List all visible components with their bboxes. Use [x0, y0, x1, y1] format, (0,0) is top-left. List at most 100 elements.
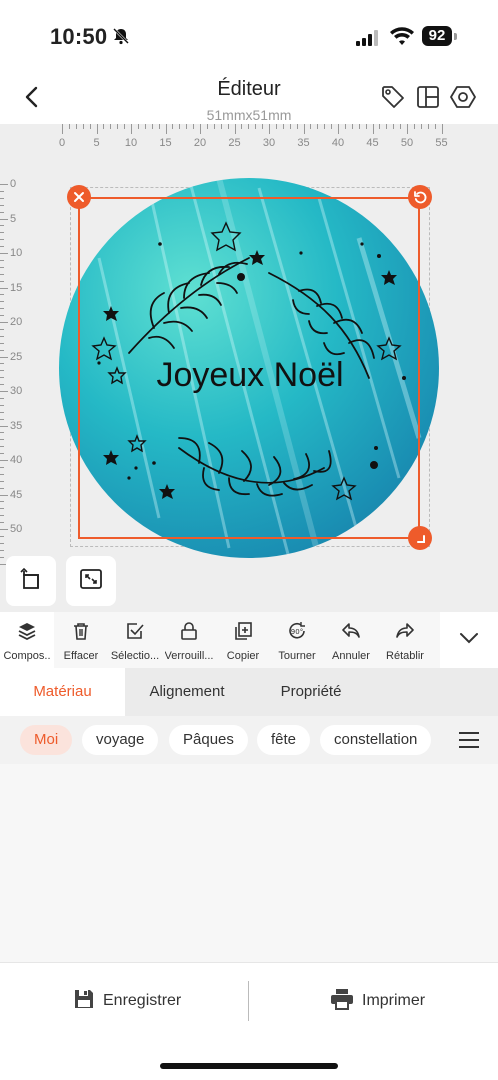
- select-icon: [124, 620, 146, 647]
- fit-screen-button[interactable]: [66, 556, 116, 606]
- ruler-tick: [0, 494, 8, 496]
- ruler-tick: [262, 124, 264, 129]
- ruler-label: 10: [124, 137, 138, 149]
- ruler-label: 25: [10, 350, 23, 363]
- resize-handle-icon[interactable]: [408, 526, 432, 550]
- toolbar-item-label: Rétablir: [386, 650, 424, 662]
- toolbar-item-undo[interactable]: Annuler: [324, 612, 378, 668]
- ruler-tick: [158, 124, 160, 129]
- ruler-tick: [0, 239, 4, 241]
- ruler-tick: [0, 377, 4, 379]
- ruler-label: 55: [435, 137, 448, 149]
- ruler-tick: [0, 328, 4, 330]
- ruler-tick: [324, 124, 326, 129]
- selection-frame[interactable]: [78, 197, 420, 539]
- ruler-tick: [0, 542, 4, 544]
- toolbar-item-label: Sélectio...: [110, 650, 160, 662]
- toolbar-item-redo[interactable]: Rétablir: [378, 612, 432, 668]
- tab-propriete[interactable]: Propriété: [249, 668, 373, 716]
- ruler-tick: [0, 218, 8, 220]
- status-bar: 10:50 92: [0, 0, 498, 66]
- print-label: Imprimer: [362, 992, 426, 1009]
- ruler-tick: [0, 480, 4, 482]
- design-canvas[interactable]: 0 5 10 15 20 25 30 35 40 45 50 55 0 5 10 15 20 25 30 35 40 4…: [0, 124, 498, 612]
- ruler-tick: [0, 432, 4, 434]
- collapse-toolbar-button[interactable]: [440, 612, 498, 668]
- layer-back-button[interactable]: [6, 556, 56, 606]
- ruler-tick: [296, 124, 298, 129]
- ruler-tick: [0, 404, 4, 406]
- toolbar-item-rotate[interactable]: 90° Tourner: [270, 612, 324, 668]
- toolbar-item-lock[interactable]: Verrouill...: [162, 612, 216, 668]
- ruler-tick: [0, 384, 4, 386]
- materials-content: [0, 764, 498, 962]
- ruler-tick: [0, 460, 8, 461]
- chevron-down-icon: [457, 626, 481, 655]
- ruler-tick: [172, 124, 174, 129]
- ruler-tick: [0, 322, 8, 323]
- layers-icon: [16, 620, 38, 647]
- ruler-label: 5: [10, 212, 17, 225]
- delete-handle-icon[interactable]: [67, 185, 91, 209]
- print-button[interactable]: Imprimer: [330, 987, 425, 1015]
- ruler-tick: [0, 225, 4, 227]
- ruler-tick: [0, 349, 4, 351]
- ruler-tick: [0, 259, 4, 261]
- ruler-tick: [0, 508, 4, 510]
- ruler-tick: [103, 124, 105, 129]
- ruler-tick: [117, 124, 119, 129]
- tag-icon[interactable]: [380, 84, 406, 110]
- ruler-tick: [365, 124, 367, 129]
- ruler-tick: [0, 211, 4, 213]
- ruler-tick: [0, 315, 4, 317]
- chip-constellation[interactable]: constellation: [320, 725, 432, 755]
- ruler-label: 0: [10, 178, 17, 190]
- ruler-label: 15: [159, 137, 172, 149]
- ruler-tick: [0, 335, 4, 337]
- ruler-tick: [0, 391, 8, 392]
- ruler-label: 20: [10, 316, 23, 328]
- ruler-tick: [0, 184, 8, 185]
- ruler-tick: [227, 124, 229, 129]
- ruler-horizontal: 0 5 10 15 20 25 30 35 40 45 50 55: [0, 124, 498, 154]
- ruler-tick: [331, 124, 333, 129]
- toolbar-item-compose[interactable]: Compos..: [0, 612, 54, 668]
- toolbar-item-copy[interactable]: Copier: [216, 612, 270, 668]
- ruler-tick: [338, 124, 339, 134]
- menu-icon[interactable]: [458, 730, 480, 755]
- ruler-tick: [0, 266, 4, 268]
- ruler-tick: [165, 124, 167, 134]
- settings-hex-icon[interactable]: [450, 84, 476, 110]
- ruler-label: 35: [297, 137, 310, 149]
- toolbar-item-select[interactable]: Sélectio...: [108, 612, 162, 668]
- battery-indicator: 92: [422, 26, 452, 46]
- tab-materiau[interactable]: Matériau: [0, 668, 125, 716]
- layout-icon[interactable]: [415, 84, 441, 110]
- save-button[interactable]: Enregistrer: [73, 987, 181, 1015]
- bottom-action-bar: Enregistrer Imprimer: [0, 962, 498, 1080]
- ruler-tick: [427, 124, 429, 129]
- ruler-tick: [0, 425, 8, 427]
- ruler-tick: [0, 363, 4, 365]
- chip-voyage[interactable]: voyage: [82, 725, 159, 755]
- chip-paques[interactable]: Pâques: [169, 725, 248, 755]
- ruler-tick: [372, 124, 374, 134]
- ruler-tick: [96, 124, 98, 134]
- ruler-tick: [75, 124, 77, 129]
- ruler-label: 35: [10, 419, 23, 432]
- signal-icon: [356, 30, 380, 51]
- chip-moi[interactable]: Moi: [20, 725, 73, 755]
- ruler-tick: [131, 124, 132, 134]
- ruler-label: 30: [262, 137, 276, 149]
- chip-fete[interactable]: fête: [257, 725, 311, 755]
- ruler-tick: [0, 246, 4, 248]
- ruler-vertical: 0510152025303540455055: [0, 174, 36, 570]
- ruler-tick: [0, 273, 4, 275]
- rotate-handle-icon[interactable]: [408, 185, 432, 209]
- ruler-tick: [179, 124, 181, 129]
- toolbar-item-delete[interactable]: Effacer: [54, 612, 108, 668]
- tab-alignement[interactable]: Alignement: [125, 668, 249, 716]
- ruler-label: 15: [10, 281, 23, 294]
- ruler-tick: [0, 501, 4, 503]
- ruler-tick: [269, 124, 270, 134]
